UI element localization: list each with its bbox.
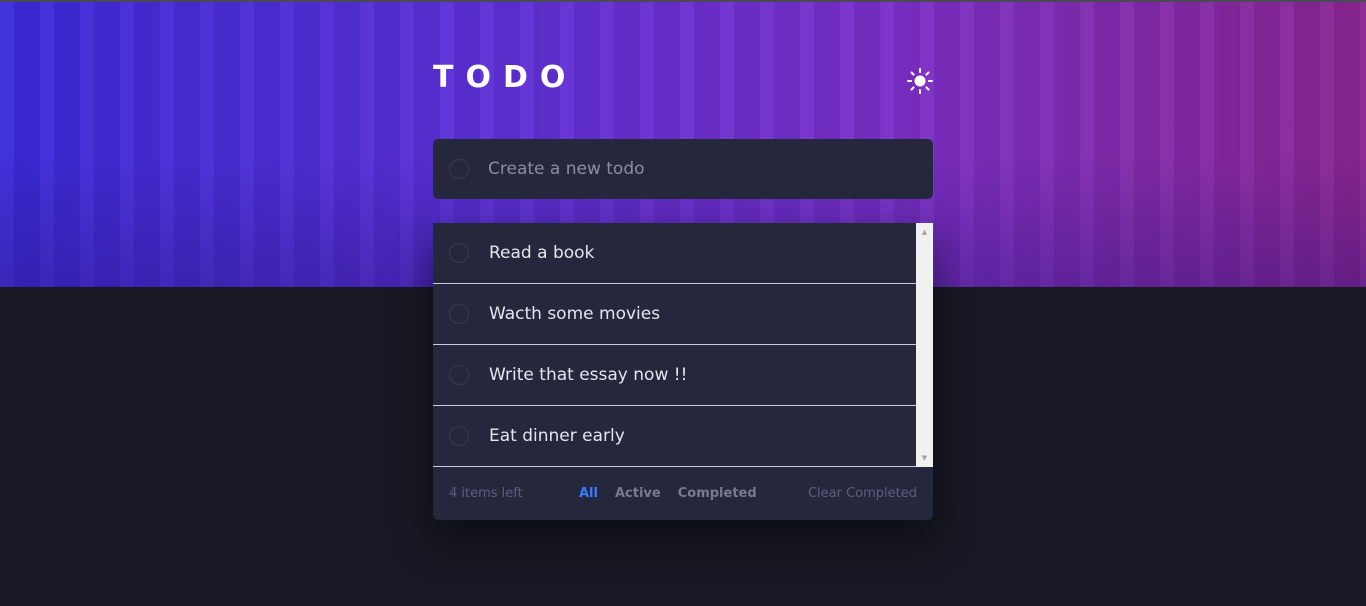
todo-checkbox[interactable] xyxy=(449,304,469,324)
theme-toggle-button[interactable] xyxy=(906,67,934,95)
filter-completed[interactable]: Completed xyxy=(678,486,757,501)
new-todo-bar xyxy=(433,139,933,199)
scroll-down-arrow-icon[interactable]: ▼ xyxy=(916,451,933,465)
todo-checkbox[interactable] xyxy=(449,243,469,263)
todo-item[interactable]: Write that essay now !! xyxy=(433,345,916,406)
new-todo-checkbox[interactable] xyxy=(449,159,469,179)
todo-checkbox[interactable] xyxy=(449,365,469,385)
todo-text: Eat dinner early xyxy=(489,426,625,446)
items-left-count: 4 items left xyxy=(449,486,523,501)
todo-item[interactable]: Wacth some movies xyxy=(433,284,916,345)
list-scrollbar[interactable]: ▲ ▼ xyxy=(916,223,933,467)
filter-group: All Active Completed xyxy=(579,486,757,501)
sun-icon xyxy=(907,68,933,94)
scroll-up-arrow-icon[interactable]: ▲ xyxy=(916,225,933,239)
todo-list[interactable]: Read a book Wacth some movies Write that… xyxy=(433,223,916,467)
clear-completed-button[interactable]: Clear Completed xyxy=(808,486,917,501)
new-todo-input[interactable] xyxy=(488,159,888,179)
todo-text: Wacth some movies xyxy=(489,304,661,324)
filter-all[interactable]: All xyxy=(579,486,598,501)
todo-item[interactable]: Read a book xyxy=(433,223,916,284)
todo-text: Write that essay now !! xyxy=(489,365,688,385)
todo-list-card: Read a book Wacth some movies Write that… xyxy=(433,223,933,520)
todo-item[interactable]: Eat dinner early xyxy=(433,406,916,467)
todo-text: Read a book xyxy=(489,243,595,263)
app-title: TODO xyxy=(433,60,578,95)
todo-footer: 4 items left All Active Completed Clear … xyxy=(433,467,933,520)
filter-active[interactable]: Active xyxy=(615,486,661,501)
todo-checkbox[interactable] xyxy=(449,426,469,446)
